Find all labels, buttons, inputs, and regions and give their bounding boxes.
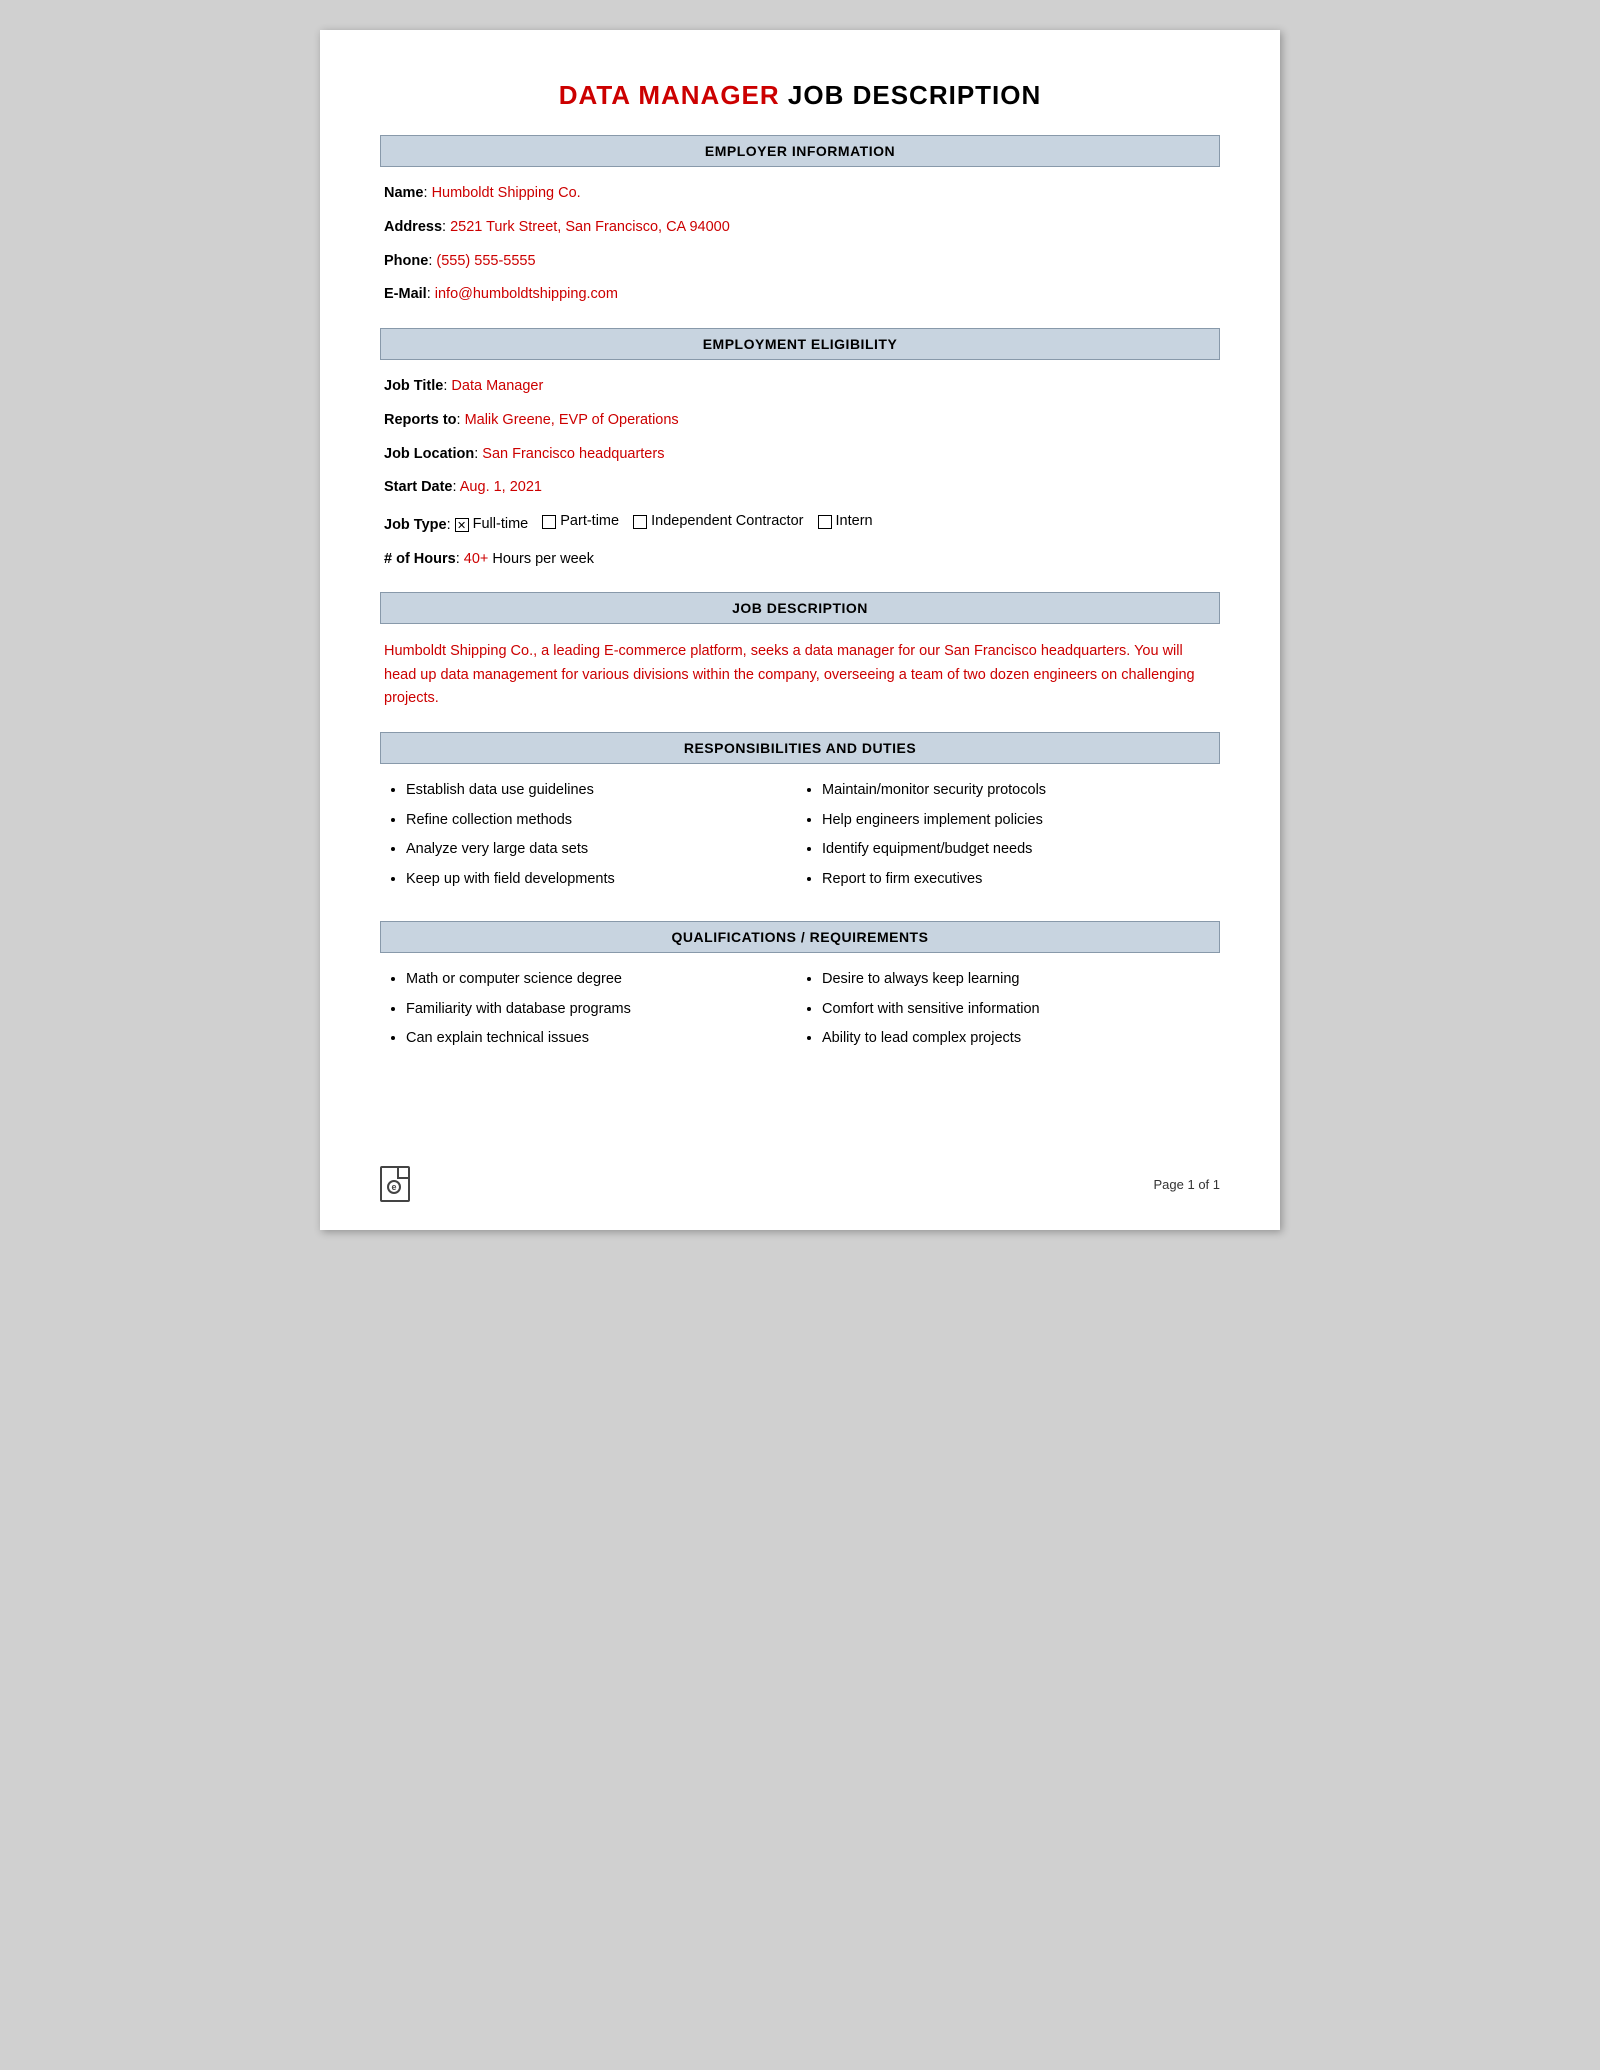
hours-suffix: Hours per week [488, 551, 594, 567]
email-label: E-Mail [384, 286, 427, 302]
list-item: Analyze very large data sets [406, 839, 800, 861]
reports-to-label: Reports to [384, 412, 457, 428]
list-item: Help engineers implement policies [822, 810, 1216, 832]
contractor-label: Independent Contractor [651, 511, 803, 533]
hours-label: # of Hours [384, 551, 456, 567]
job-description-text: Humboldt Shipping Co., a leading E-comme… [380, 640, 1220, 710]
eligibility-section: EMPLOYMENT ELIGIBILITY Job Title: Data M… [380, 328, 1220, 570]
hours-line: # of Hours: 40+ Hours per week [384, 549, 1216, 571]
list-item: Report to firm executives [822, 869, 1216, 891]
location-value: San Francisco headquarters [482, 446, 664, 462]
responsibilities-list: Establish data use guidelines Refine col… [380, 780, 1220, 899]
qualifications-col1: Math or computer science degree Familiar… [384, 969, 800, 1058]
job-title-label: Job Title [384, 378, 443, 394]
list-item: Comfort with sensitive information [822, 999, 1216, 1021]
list-item: Familiarity with database programs [406, 999, 800, 1021]
job-type-line: Job Type: ✕ Full-time Part-time Independ… [384, 511, 1216, 537]
list-item: Establish data use guidelines [406, 780, 800, 802]
job-title-line: Job Title: Data Manager [384, 376, 1216, 398]
employer-email-line: E-Mail: info@humboldtshipping.com [384, 284, 1216, 306]
qualifications-list: Math or computer science degree Familiar… [380, 969, 1220, 1058]
contractor-checkbox-item: Independent Contractor [633, 511, 803, 533]
responsibilities-col1: Establish data use guidelines Refine col… [384, 780, 800, 899]
list-item: Maintain/monitor security protocols [822, 780, 1216, 802]
title-black: JOB DESCRIPTION [780, 80, 1042, 110]
name-value: Humboldt Shipping Co. [432, 185, 581, 201]
responsibilities-col2: Maintain/monitor security protocols Help… [800, 780, 1216, 899]
address-label: Address [384, 219, 442, 235]
employer-info: Name: Humboldt Shipping Co. Address: 252… [380, 183, 1220, 306]
job-title-value: Data Manager [451, 378, 543, 394]
address-value: 2521 Turk Street, San Francisco, CA 9400… [450, 219, 730, 235]
intern-label: Intern [836, 511, 873, 533]
responsibilities-list-col1: Establish data use guidelines Refine col… [384, 780, 800, 891]
qualifications-list-col1: Math or computer science degree Familiar… [384, 969, 800, 1050]
document-icon: e [380, 1166, 410, 1202]
qualifications-list-col2: Desire to always keep learning Comfort w… [800, 969, 1216, 1050]
start-date-line: Start Date: Aug. 1, 2021 [384, 477, 1216, 499]
contractor-checkbox [633, 515, 647, 529]
parttime-checkbox-item: Part-time [542, 511, 619, 533]
list-item: Keep up with field developments [406, 869, 800, 891]
list-item: Math or computer science degree [406, 969, 800, 991]
parttime-label: Part-time [560, 511, 619, 533]
employer-phone-line: Phone: (555) 555-5555 [384, 251, 1216, 273]
fulltime-label: Full-time [473, 514, 529, 536]
reports-to-value: Malik Greene, EVP of Operations [465, 412, 679, 428]
qualifications-section: QUALIFICATIONS / REQUIREMENTS Math or co… [380, 921, 1220, 1058]
employer-section: EMPLOYER INFORMATION Name: Humboldt Ship… [380, 135, 1220, 306]
email-value: info@humboldtshipping.com [435, 286, 618, 302]
job-type-label: Job Type [384, 517, 447, 533]
qualifications-header: QUALIFICATIONS / REQUIREMENTS [380, 921, 1220, 953]
intern-checkbox [818, 515, 832, 529]
reports-to-line: Reports to: Malik Greene, EVP of Operati… [384, 410, 1216, 432]
employer-address-line: Address: 2521 Turk Street, San Francisco… [384, 217, 1216, 239]
name-label: Name [384, 185, 424, 201]
eligibility-header: EMPLOYMENT ELIGIBILITY [380, 328, 1220, 360]
parttime-checkbox [542, 515, 556, 529]
list-item: Identify equipment/budget needs [822, 839, 1216, 861]
doc-icon-symbol: e [387, 1180, 401, 1194]
list-item: Refine collection methods [406, 810, 800, 832]
phone-value: (555) 555-5555 [436, 253, 535, 269]
start-date-value: Aug. 1, 2021 [460, 479, 542, 495]
qualifications-col2: Desire to always keep learning Comfort w… [800, 969, 1216, 1058]
list-item: Can explain technical issues [406, 1028, 800, 1050]
fulltime-checkbox: ✕ [455, 518, 469, 532]
responsibilities-header: RESPONSIBILITIES AND DUTIES [380, 732, 1220, 764]
fulltime-checkbox-item: ✕ Full-time [455, 514, 529, 536]
page-number: Page 1 of 1 [1154, 1177, 1221, 1192]
list-item: Ability to lead complex projects [822, 1028, 1216, 1050]
main-title: DATA MANAGER JOB DESCRIPTION [380, 80, 1220, 111]
employer-name-line: Name: Humboldt Shipping Co. [384, 183, 1216, 205]
responsibilities-section: RESPONSIBILITIES AND DUTIES Establish da… [380, 732, 1220, 899]
document-page: DATA MANAGER JOB DESCRIPTION EMPLOYER IN… [320, 30, 1280, 1230]
intern-checkbox-item: Intern [818, 511, 873, 533]
phone-label: Phone [384, 253, 428, 269]
footer: e Page 1 of 1 [380, 1166, 1220, 1202]
location-label: Job Location [384, 446, 474, 462]
start-date-label: Start Date [384, 479, 453, 495]
title-red: DATA MANAGER [559, 80, 780, 110]
eligibility-info: Job Title: Data Manager Reports to: Mali… [380, 376, 1220, 570]
job-description-section: JOB DESCRIPTION Humboldt Shipping Co., a… [380, 592, 1220, 710]
list-item: Desire to always keep learning [822, 969, 1216, 991]
job-description-header: JOB DESCRIPTION [380, 592, 1220, 624]
hours-value: 40+ [464, 551, 489, 567]
employer-header: EMPLOYER INFORMATION [380, 135, 1220, 167]
responsibilities-list-col2: Maintain/monitor security protocols Help… [800, 780, 1216, 891]
location-line: Job Location: San Francisco headquarters [384, 444, 1216, 466]
